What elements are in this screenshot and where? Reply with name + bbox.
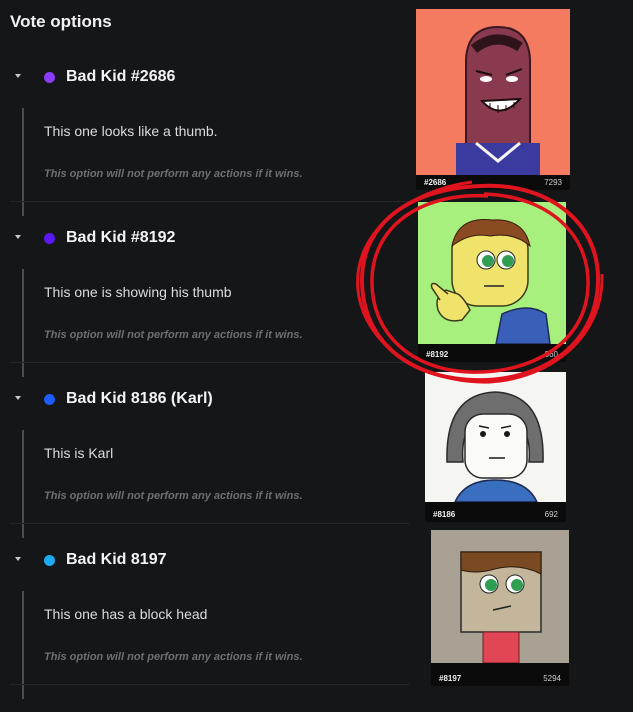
nft-card[interactable]: #8197 5294 (431, 530, 569, 686)
divider (10, 523, 410, 524)
nft-caption: #2686 (424, 178, 447, 187)
nft-count: 692 (544, 510, 558, 519)
option-indent-bar (22, 430, 24, 538)
nft-count: 360 (544, 350, 558, 359)
nft-caption: #8197 (439, 674, 462, 683)
nft-image (418, 202, 566, 344)
nft-image (431, 530, 569, 663)
chevron-down-icon[interactable] (15, 235, 21, 239)
nft-count: 5294 (543, 674, 561, 683)
divider (10, 201, 410, 202)
option-indent-bar (22, 269, 24, 377)
nft-image (416, 9, 570, 175)
option-note: This option will not perform any actions… (44, 490, 303, 502)
option-color-dot (44, 233, 55, 244)
nft-count: 7293 (544, 178, 562, 187)
option-note: This option will not perform any actions… (44, 329, 303, 341)
option-indent-bar (22, 591, 24, 699)
option-name[interactable]: Bad Kid 8197 (66, 551, 166, 569)
option-description: This one looks like a thumb. (44, 123, 218, 139)
option-color-dot (44, 72, 55, 83)
page-title: Vote options (10, 12, 112, 31)
option-name[interactable]: Bad Kid 8186 (Karl) (66, 390, 213, 408)
divider (10, 362, 410, 363)
option-color-dot (44, 555, 55, 566)
option-name[interactable]: Bad Kid #2686 (66, 68, 175, 86)
chevron-down-icon[interactable] (15, 74, 21, 78)
divider (10, 684, 410, 685)
nft-image (425, 372, 566, 502)
option-description: This is Karl (44, 445, 114, 461)
chevron-down-icon[interactable] (15, 396, 21, 400)
option-note: This option will not perform any actions… (44, 168, 303, 180)
chevron-down-icon[interactable] (15, 557, 21, 561)
option-note: This option will not perform any actions… (44, 651, 303, 663)
option-name[interactable]: Bad Kid #8192 (66, 229, 175, 247)
nft-caption: #8192 (426, 350, 449, 359)
nft-card[interactable]: #8186 692 (425, 372, 566, 522)
nft-card[interactable]: #2686 7293 (416, 9, 570, 190)
option-color-dot (44, 394, 55, 405)
option-description: This one is showing his thumb (44, 284, 232, 300)
nft-caption: #8186 (433, 510, 456, 519)
nft-card[interactable]: #8192 360 (418, 202, 566, 362)
option-indent-bar (22, 108, 24, 216)
option-description: This one has a block head (44, 606, 208, 622)
